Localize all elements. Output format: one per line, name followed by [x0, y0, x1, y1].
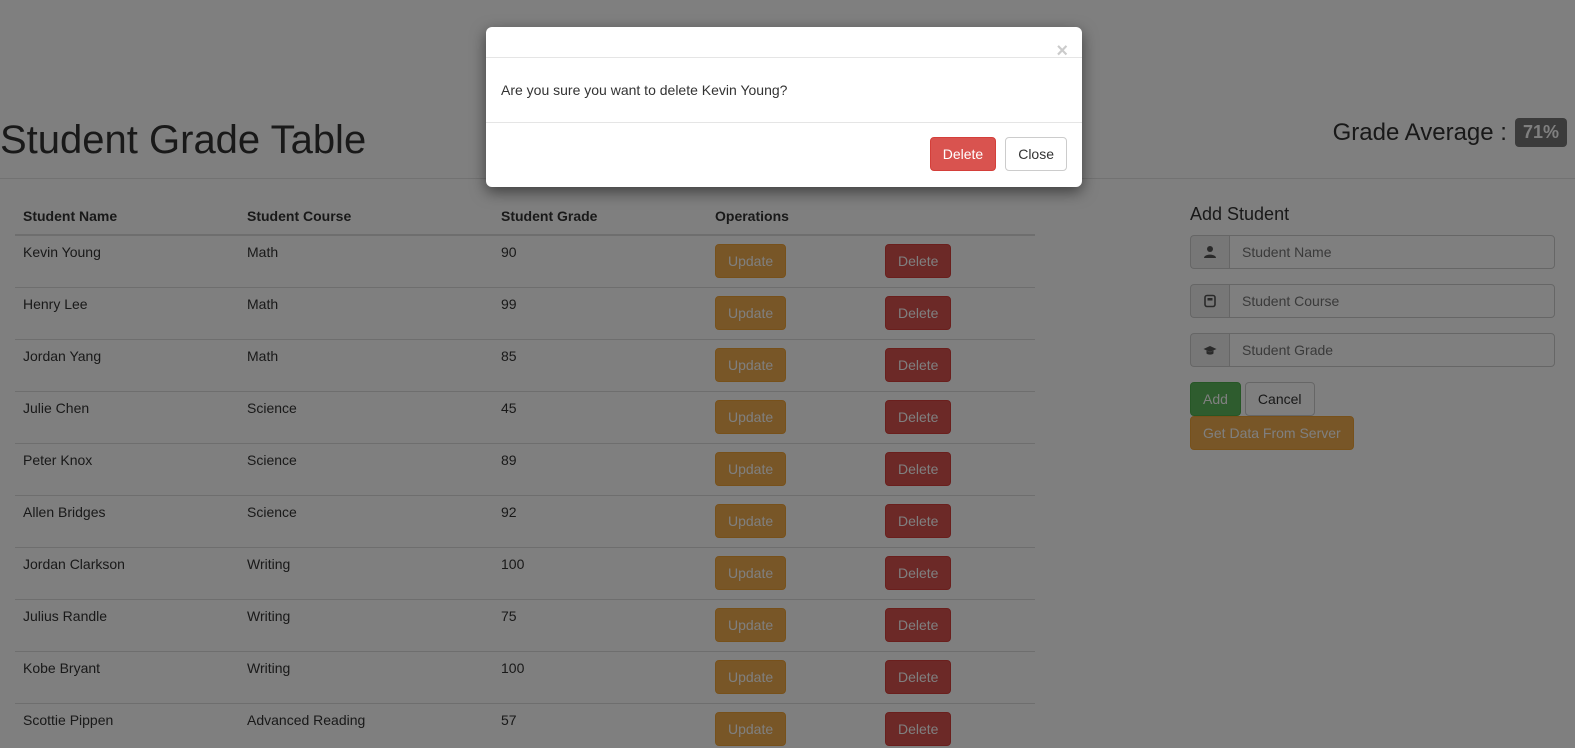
modal-header: ×: [486, 27, 1082, 58]
modal-footer: Delete Close: [486, 123, 1082, 185]
close-icon[interactable]: ×: [1056, 41, 1068, 61]
modal-close-button[interactable]: Close: [1005, 137, 1067, 171]
page: Student Grade Table Grade Average : 71% …: [0, 0, 1575, 748]
modal-message: Are you sure you want to delete Kevin Yo…: [501, 82, 787, 98]
delete-confirm-modal: × Are you sure you want to delete Kevin …: [486, 27, 1082, 187]
modal-delete-button[interactable]: Delete: [930, 137, 996, 171]
modal-body: Are you sure you want to delete Kevin Yo…: [486, 58, 1082, 123]
